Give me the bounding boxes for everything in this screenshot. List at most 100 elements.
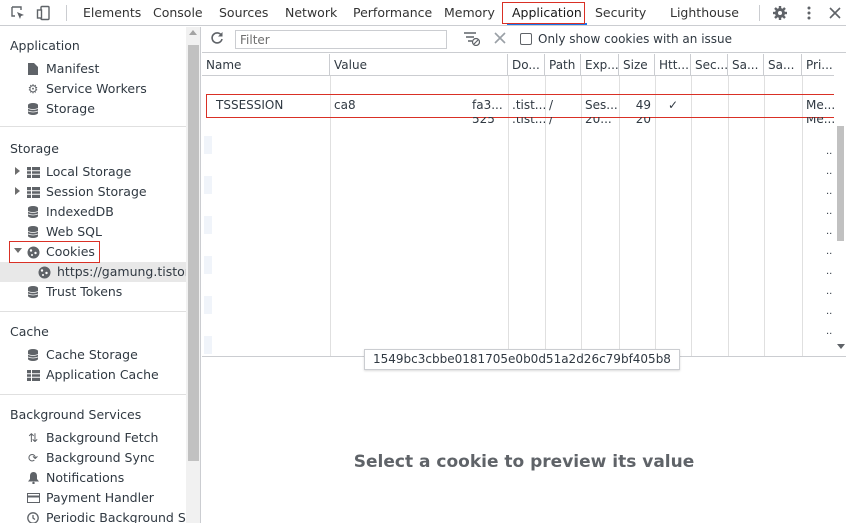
sidebar-divider — [0, 311, 186, 312]
grid-icon — [26, 368, 40, 382]
collapse-arrow-icon[interactable] — [14, 248, 22, 253]
column-header-value[interactable]: Value — [330, 54, 508, 76]
truncated-cell-marker: .. — [826, 326, 833, 337]
cell-value-tail: fa3... — [472, 98, 503, 112]
sidebar-item-web-sql[interactable]: Web SQL — [26, 222, 102, 242]
column-header-path[interactable]: Path — [545, 54, 581, 76]
sidebar-item-session-storage[interactable]: Session Storage — [26, 182, 147, 202]
arrows-icon: ⇅ — [27, 431, 39, 445]
sidebar-item-application-cache[interactable]: Application Cache — [26, 365, 159, 385]
cell-path: / — [549, 117, 554, 125]
sidebar-item-payment-handler[interactable]: Payment Handler — [26, 488, 154, 508]
refresh-icon[interactable] — [210, 31, 224, 48]
table-scrollbar[interactable] — [834, 76, 846, 356]
truncated-cell-marker: .. — [826, 186, 833, 197]
cell-expires: 20... — [585, 117, 612, 125]
column-header-secure[interactable]: Sec... — [691, 54, 728, 76]
gear-icon: ⚙ — [27, 82, 39, 96]
sidebar-item-manifest[interactable]: Manifest — [26, 59, 99, 79]
column-header-sameparty[interactable]: Sa... — [764, 54, 802, 76]
sidebar-item-indexeddb[interactable]: IndexedDB — [26, 202, 114, 222]
close-icon[interactable] — [823, 0, 846, 26]
sidebar-item-label: https://gamung.tistory.c — [57, 264, 201, 279]
sidebar-item-label: Background Fetch — [46, 430, 159, 445]
scroll-down-arrow-icon[interactable] — [837, 344, 845, 349]
tab-lighthouse[interactable]: Lighthouse — [670, 0, 739, 26]
tab-memory[interactable]: Memory — [444, 0, 495, 26]
cell-domain: .tist... — [512, 117, 545, 125]
devtools-tab-bar: Elements Console Sources Network Perform… — [0, 0, 846, 26]
row-stripe — [204, 336, 212, 354]
column-header-httponly[interactable]: Htt... — [655, 54, 691, 76]
column-header-samesite[interactable]: Sa... — [728, 54, 764, 76]
inspect-icon[interactable] — [6, 0, 30, 26]
sidebar-item-label: IndexedDB — [46, 204, 114, 219]
table-header: Name Value Do... Path Exp... Size Htt...… — [202, 54, 834, 76]
tab-sources[interactable]: Sources — [219, 0, 268, 26]
tab-console[interactable]: Console — [153, 0, 203, 26]
database-icon — [26, 285, 40, 299]
sidebar-item-trust-tokens[interactable]: Trust Tokens — [26, 282, 122, 302]
truncated-cell-marker: .. — [826, 286, 833, 297]
card-icon — [26, 491, 40, 505]
row-stripe — [204, 296, 212, 314]
column-header-name[interactable]: Name — [202, 54, 330, 76]
sidebar-item-label: Payment Handler — [46, 490, 154, 505]
sidebar-item-cache-storage[interactable]: Cache Storage — [26, 345, 138, 365]
toolbar-divider — [66, 5, 67, 21]
row-stripe — [204, 176, 212, 194]
cell-expires: Ses... — [585, 98, 618, 112]
column-header-size[interactable]: Size — [619, 54, 655, 76]
sidebar-item-label: Cache Storage — [46, 347, 138, 362]
tab-network[interactable]: Network — [285, 0, 337, 26]
table-scrollbar-thumb[interactable] — [837, 126, 844, 241]
cell-value: ca8 — [334, 98, 356, 112]
delete-icon[interactable] — [494, 32, 506, 47]
sidebar-scrollbar-thumb[interactable] — [188, 45, 199, 461]
truncated-cell-marker: .. — [826, 166, 833, 177]
device-toggle-icon[interactable] — [32, 0, 56, 26]
tab-security[interactable]: Security — [595, 0, 646, 26]
truncated-cell-marker: .. — [826, 146, 833, 157]
expand-arrow-icon[interactable] — [15, 167, 20, 175]
section-title-application: Application — [10, 38, 80, 53]
sidebar-item-storage[interactable]: Storage — [26, 99, 95, 119]
section-title-storage: Storage — [10, 141, 59, 156]
sidebar-item-cookie-origin[interactable]: https://gamung.tistory.c — [0, 262, 200, 282]
tab-application[interactable]: Application — [507, 0, 587, 26]
sidebar-item-label: Web SQL — [46, 224, 102, 239]
section-title-background-services: Background Services — [10, 407, 142, 422]
sidebar-item-local-storage[interactable]: Local Storage — [26, 162, 131, 182]
column-header-domain[interactable]: Do... — [508, 54, 545, 76]
section-title-cache: Cache — [10, 324, 49, 339]
scroll-up-arrow-icon[interactable] — [189, 30, 197, 35]
sidebar-item-cookies[interactable]: Cookies — [26, 242, 95, 262]
sidebar-item-background-sync[interactable]: ⟳ Background Sync — [26, 448, 155, 468]
column-header-priority[interactable]: Pri... — [802, 54, 834, 76]
gear-icon[interactable] — [768, 0, 792, 26]
truncated-cell-marker: .. — [826, 246, 833, 257]
cell-path: / — [549, 98, 554, 112]
tab-elements[interactable]: Elements — [83, 0, 141, 26]
toolbar-divider — [759, 5, 760, 21]
tab-performance[interactable]: Performance — [353, 0, 432, 26]
truncated-cell-marker: .. — [826, 306, 833, 317]
sidebar-item-periodic-background-sync[interactable]: Periodic Background Sync — [26, 508, 200, 523]
sidebar-scrollbar[interactable] — [186, 27, 200, 523]
sidebar-item-service-workers[interactable]: ⚙ Service Workers — [26, 79, 147, 99]
cell-domain: .tist... — [512, 98, 545, 112]
database-icon — [26, 205, 40, 219]
clear-filtered-icon[interactable] — [464, 32, 481, 49]
only-issue-checkbox[interactable] — [520, 33, 532, 45]
expand-arrow-icon[interactable] — [15, 187, 20, 195]
more-icon[interactable] — [797, 0, 821, 26]
column-header-expires[interactable]: Exp... — [581, 54, 619, 76]
filter-input[interactable] — [235, 30, 447, 49]
clock-icon — [26, 511, 40, 523]
sidebar-item-notifications[interactable]: Notifications — [26, 468, 124, 488]
sidebar-item-label: Background Sync — [46, 450, 155, 465]
sidebar-item-background-fetch[interactable]: ⇅ Background Fetch — [26, 428, 158, 448]
table-row[interactable]: 525 .tist... / 20... 20 Me... — [202, 117, 834, 125]
table-row[interactable]: TSSESSION ca8 fa3... .tist... / Ses... 4… — [202, 95, 834, 115]
sidebar-divider — [0, 394, 186, 395]
